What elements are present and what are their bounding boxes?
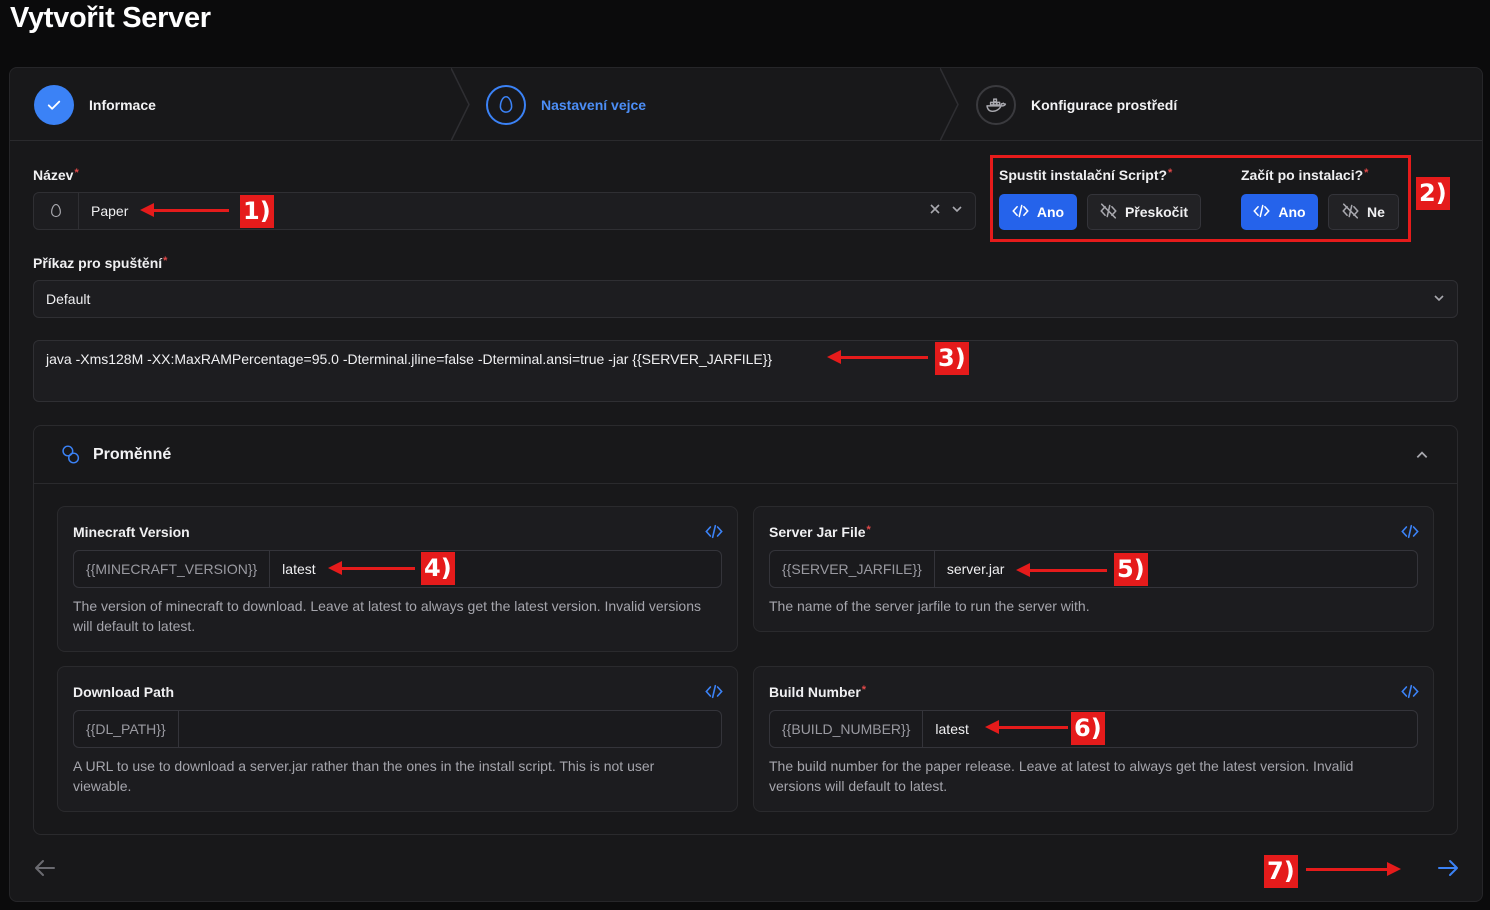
close-icon[interactable] — [929, 202, 941, 220]
annotation-arrow — [985, 720, 1068, 734]
code-icon — [1401, 684, 1419, 704]
check-icon — [34, 84, 74, 125]
arrow-right-icon[interactable] — [1437, 859, 1459, 882]
step-separator — [451, 68, 470, 141]
code-icon — [1401, 524, 1419, 544]
annotation-arrow — [328, 561, 415, 575]
variable-value: server.jar — [946, 561, 1005, 577]
chevron-up-icon[interactable] — [1415, 448, 1429, 467]
startup-label: Příkaz pro spuštění* — [33, 255, 168, 271]
name-label: Název* — [33, 167, 79, 183]
step-separator — [940, 68, 959, 141]
variable-env-name: {{BUILD_NUMBER}} — [770, 711, 924, 747]
variable-description: The build number for the paper release. … — [769, 758, 1354, 794]
variables-title: Proměnné — [93, 445, 172, 463]
variable-description: The name of the server jarfile to run th… — [769, 598, 1090, 614]
variable-value: latest — [935, 721, 969, 737]
variable-env-name: {{MINECRAFT_VERSION}} — [74, 551, 271, 587]
step-label: Konfigurace prostředí — [1031, 96, 1178, 113]
variable-card-download-path: Download Path {{DL_PATH}} A URL to use t… — [57, 666, 738, 812]
code-icon — [705, 684, 723, 704]
stepper: Informace Nastavení vejce Konfigurace pr… — [10, 68, 1482, 141]
annotation-highlight-box — [990, 155, 1411, 242]
startup-select[interactable]: Default — [33, 280, 1458, 318]
code-icon — [705, 524, 723, 544]
variable-name: Build Number* — [769, 684, 867, 700]
annotation-arrow — [827, 350, 928, 364]
startup-select-value: Default — [46, 291, 91, 307]
startup-command-text: java -Xms128M -XX:MaxRAMPercentage=95.0 … — [46, 351, 773, 367]
annotation-badge-1: 1) — [240, 195, 274, 228]
egg-icon — [34, 193, 79, 229]
variables-header[interactable]: Proměnné — [34, 426, 1457, 484]
variable-card-minecraft-version: Minecraft Version {{MINECRAFT_VERSION}} … — [57, 506, 738, 652]
step-label: Informace — [89, 96, 156, 113]
annotation-arrow — [140, 203, 229, 217]
step-nastaveni-vejce[interactable]: Nastavení vejce — [486, 68, 646, 141]
annotation-badge-7: 7) — [1264, 855, 1298, 888]
variable-description: A URL to use to download a server.jar ra… — [73, 758, 655, 794]
variable-name: Download Path — [73, 684, 175, 700]
variable-name: Minecraft Version — [73, 524, 190, 540]
annotation-arrow — [1306, 862, 1401, 876]
step-konfigurace-prostredi[interactable]: Konfigurace prostředí — [976, 68, 1177, 141]
egg-icon — [486, 84, 526, 125]
step-label: Nastavení vejce — [541, 96, 647, 113]
variables-section: Proměnné Minecraft Version {{MINECRAFT_V… — [33, 425, 1458, 835]
variable-input[interactable]: {{DL_PATH}} — [73, 710, 722, 748]
variable-description: The version of minecraft to download. Le… — [73, 598, 701, 634]
variable-value: latest — [282, 561, 316, 577]
variable-name: Server Jar File* — [769, 524, 871, 540]
variables-icon — [60, 444, 81, 465]
annotation-badge-5: 5) — [1114, 553, 1148, 586]
startup-command-textarea[interactable]: java -Xms128M -XX:MaxRAMPercentage=95.0 … — [33, 340, 1458, 402]
page-title: Vytvořit Server — [10, 2, 211, 34]
variable-env-name: {{SERVER_JARFILE}} — [770, 551, 935, 587]
step-informace[interactable]: Informace — [34, 68, 156, 141]
chevron-down-icon — [1433, 291, 1445, 307]
annotation-badge-4: 4) — [421, 552, 455, 585]
arrow-left-icon[interactable] — [34, 859, 56, 882]
docker-icon — [976, 84, 1016, 125]
variable-env-name: {{DL_PATH}} — [74, 711, 179, 747]
annotation-badge-3: 3) — [935, 342, 969, 375]
annotation-badge-2: 2) — [1416, 177, 1450, 210]
annotation-badge-6: 6) — [1071, 712, 1105, 745]
annotation-arrow — [1016, 563, 1107, 577]
chevron-down-icon[interactable] — [951, 202, 963, 220]
